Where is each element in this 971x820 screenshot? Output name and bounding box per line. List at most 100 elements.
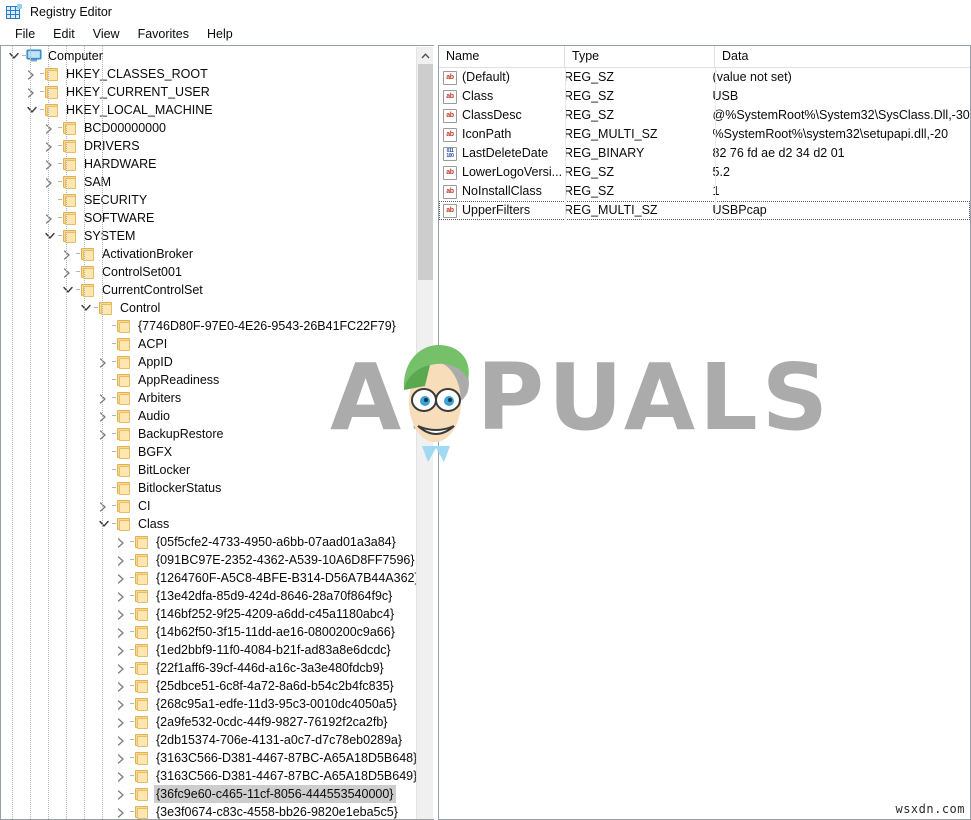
chevron-down-icon[interactable] <box>5 47 21 65</box>
tree-node[interactable]: Computer <box>1 47 416 65</box>
scroll-up-arrow-icon[interactable] <box>417 47 433 64</box>
chevron-right-icon[interactable] <box>23 65 39 83</box>
chevron-right-icon[interactable] <box>113 605 129 623</box>
chevron-right-icon[interactable] <box>113 569 129 587</box>
chevron-right-icon[interactable] <box>23 83 39 101</box>
chevron-down-icon[interactable] <box>23 101 39 119</box>
tree-node[interactable]: BCD00000000 <box>1 119 416 137</box>
chevron-right-icon[interactable] <box>41 209 57 227</box>
column-header-name[interactable]: Name <box>439 46 565 67</box>
chevron-right-icon[interactable] <box>41 137 57 155</box>
chevron-right-icon[interactable] <box>113 803 129 819</box>
tree-node[interactable]: DRIVERS <box>1 137 416 155</box>
chevron-right-icon[interactable] <box>113 641 129 659</box>
tree-node[interactable]: {2db15374-706e-4131-a0c7-d7c78eb0289a} <box>1 731 416 749</box>
tree-node[interactable]: Class <box>1 515 416 533</box>
menu-edit[interactable]: Edit <box>44 26 84 43</box>
value-row[interactable]: 011 100 LastDeleteDate REG_BINARY 82 76 fd a… <box>439 144 970 163</box>
scroll-thumb[interactable] <box>418 64 433 280</box>
chevron-down-icon[interactable] <box>95 515 111 533</box>
menu-help[interactable]: Help <box>198 26 242 43</box>
tree-node[interactable]: {14b62f50-3f15-11dd-ae16-0800200c9a66} <box>1 623 416 641</box>
tree-node[interactable]: BackupRestore <box>1 425 416 443</box>
tree-node[interactable]: {091BC97E-2352-4362-A539-10A6D8FF7596} <box>1 551 416 569</box>
tree-node[interactable]: CI <box>1 497 416 515</box>
chevron-right-icon[interactable] <box>95 497 111 515</box>
chevron-right-icon[interactable] <box>113 551 129 569</box>
chevron-right-icon[interactable] <box>113 731 129 749</box>
tree-node[interactable]: {36fc9e60-c465-11cf-8056-444553540000} <box>1 785 416 803</box>
tree-node[interactable]: SAM <box>1 173 416 191</box>
tree-node[interactable]: Control <box>1 299 416 317</box>
menu-favorites[interactable]: Favorites <box>129 26 198 43</box>
chevron-right-icon[interactable] <box>113 623 129 641</box>
menu-view[interactable]: View <box>84 26 129 43</box>
tree-node[interactable]: AppReadiness <box>1 371 416 389</box>
chevron-right-icon[interactable] <box>113 713 129 731</box>
chevron-right-icon[interactable] <box>113 749 129 767</box>
chevron-right-icon[interactable] <box>113 767 129 785</box>
menu-file[interactable]: File <box>6 26 44 43</box>
registry-value-list[interactable]: Name Type Data ab (Default) REG_SZ (value n… <box>438 45 971 820</box>
value-row[interactable]: ab UpperFilters REG_MULTI_SZ USBPcap <box>439 201 970 220</box>
chevron-right-icon[interactable] <box>113 695 129 713</box>
value-row[interactable]: ab NoInstallClass REG_SZ 1 <box>439 182 970 201</box>
column-header-data[interactable]: Data <box>715 46 970 67</box>
tree-node[interactable]: {25dbce51-6c8f-4a72-8a6d-b54c2b4fc835} <box>1 677 416 695</box>
tree-node[interactable]: BitLocker <box>1 461 416 479</box>
tree-node[interactable]: HKEY_CLASSES_ROOT <box>1 65 416 83</box>
chevron-right-icon[interactable] <box>95 389 111 407</box>
value-row[interactable]: ab LowerLogoVersi... REG_SZ 5.2 <box>439 163 970 182</box>
tree-node[interactable]: {13e42dfa-85d9-424d-8646-28a70f864f9c} <box>1 587 416 605</box>
value-row[interactable]: ab (Default) REG_SZ (value not set) <box>439 68 970 87</box>
tree-node[interactable]: SOFTWARE <box>1 209 416 227</box>
tree-node[interactable]: SYSTEM <box>1 227 416 245</box>
chevron-down-icon[interactable] <box>77 299 93 317</box>
chevron-right-icon[interactable] <box>113 659 129 677</box>
tree-node[interactable]: Audio <box>1 407 416 425</box>
chevron-down-icon[interactable] <box>59 281 75 299</box>
tree-node[interactable]: {3e3f0674-c83c-4558-bb26-9820e1eba5c5} <box>1 803 416 819</box>
tree-node[interactable]: {3163C566-D381-4467-87BC-A65A18D5B649} <box>1 767 416 785</box>
chevron-right-icon[interactable] <box>41 173 57 191</box>
tree-node[interactable]: SECURITY <box>1 191 416 209</box>
tree-node[interactable]: {268c95a1-edfe-11d3-95c3-0010dc4050a5} <box>1 695 416 713</box>
column-header-type[interactable]: Type <box>565 46 715 67</box>
value-row[interactable]: ab ClassDesc REG_SZ @%SystemRoot%\System32\… <box>439 106 970 125</box>
chevron-down-icon[interactable] <box>41 227 57 245</box>
registry-key-tree[interactable]: Computer HKEY_CLASSES_ROOT HKEY_CURRENT_US… <box>0 45 434 820</box>
chevron-right-icon[interactable] <box>113 677 129 695</box>
tree-node[interactable]: ControlSet001 <box>1 263 416 281</box>
chevron-right-icon[interactable] <box>113 587 129 605</box>
tree-node[interactable]: Arbiters <box>1 389 416 407</box>
value-row[interactable]: ab Class REG_SZ USB <box>439 87 970 106</box>
tree-node[interactable]: {2a9fe532-0cdc-44f9-9827-76192f2ca2fb} <box>1 713 416 731</box>
chevron-right-icon[interactable] <box>41 119 57 137</box>
tree-node[interactable]: AppID <box>1 353 416 371</box>
tree-node[interactable]: {3163C566-D381-4467-87BC-A65A18D5B648} <box>1 749 416 767</box>
tree-node[interactable]: HKEY_LOCAL_MACHINE <box>1 101 416 119</box>
chevron-right-icon[interactable] <box>95 407 111 425</box>
tree-node[interactable]: {22f1aff6-39cf-446d-a16c-3a3e480fdcb9} <box>1 659 416 677</box>
tree-node[interactable]: ActivationBroker <box>1 245 416 263</box>
chevron-right-icon[interactable] <box>59 263 75 281</box>
tree-node[interactable]: ACPI <box>1 335 416 353</box>
value-row[interactable]: ab IconPath REG_MULTI_SZ %SystemRoot%\syste… <box>439 125 970 144</box>
tree-vertical-scrollbar[interactable] <box>416 47 433 819</box>
tree-node[interactable]: {1ed2bbf9-11f0-4084-b21f-ad83a8e6dcdc} <box>1 641 416 659</box>
tree-node[interactable]: BGFX <box>1 443 416 461</box>
tree-node[interactable]: CurrentControlSet <box>1 281 416 299</box>
tree-node[interactable]: {05f5cfe2-4733-4950-a6bb-07aad01a3a84} <box>1 533 416 551</box>
tree-node[interactable]: {7746D80F-97E0-4E26-9543-26B41FC22F79} <box>1 317 416 335</box>
chevron-right-icon[interactable] <box>41 155 57 173</box>
tree-node[interactable]: HKEY_CURRENT_USER <box>1 83 416 101</box>
chevron-right-icon[interactable] <box>113 785 129 803</box>
chevron-right-icon[interactable] <box>95 425 111 443</box>
tree-node[interactable]: BitlockerStatus <box>1 479 416 497</box>
tree-node[interactable]: {146bf252-9f25-4209-a6dd-c45a1180abc4} <box>1 605 416 623</box>
tree-node[interactable]: {1264760F-A5C8-4BFE-B314-D56A7B44A362} <box>1 569 416 587</box>
tree-node[interactable]: HARDWARE <box>1 155 416 173</box>
chevron-right-icon[interactable] <box>113 533 129 551</box>
chevron-right-icon[interactable] <box>95 353 111 371</box>
chevron-right-icon[interactable] <box>59 245 75 263</box>
